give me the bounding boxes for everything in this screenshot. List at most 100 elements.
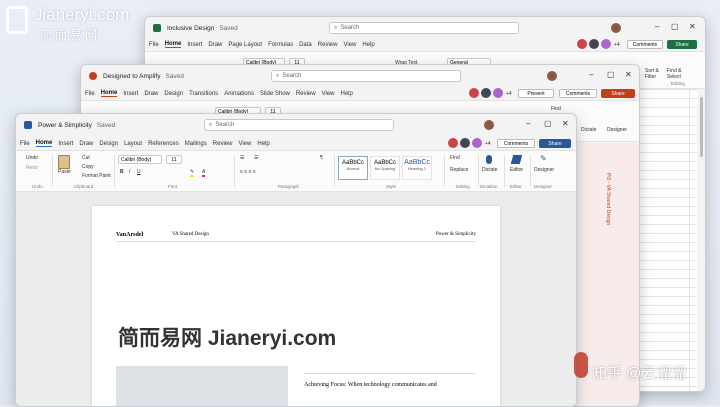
cut-button[interactable]: Cut [82,155,90,161]
word-menubar: File Home Insert Draw Design Layout Refe… [16,138,576,149]
tab-slide-show[interactable]: Slide Show [260,91,290,97]
excel-saved-status: Saved [219,24,238,32]
minimize-icon[interactable]: – [526,119,530,128]
align-icon[interactable]: ≡ ≡ ≡ ≡ [240,169,256,175]
maximize-icon[interactable]: ▢ [671,22,679,31]
style-no-spacing[interactable]: AaBbCc No Spacing [370,156,400,180]
style-heading-1[interactable]: AaBbCc Heading 1 [402,156,432,180]
tab-home[interactable]: Home [164,41,182,48]
designer-icon[interactable]: ✎ [540,154,547,163]
bullets-icon[interactable]: ☰ [240,155,244,161]
tab-insert[interactable]: Insert [123,91,138,97]
underline-button[interactable]: U [137,169,141,175]
excel-scrollbar[interactable] [700,97,703,157]
tab-formulas[interactable]: Formulas [268,42,293,48]
designer-button[interactable]: Designer [534,167,554,173]
avatar[interactable] [484,120,494,130]
minimize-icon[interactable]: – [655,22,659,31]
copy-button[interactable]: Copy [82,164,94,170]
excel-search-box[interactable]: ⌕ Search [329,22,519,34]
tab-review[interactable]: Review [296,91,316,97]
close-icon[interactable]: ✕ [689,22,696,31]
redo-button[interactable]: Redo [26,165,38,171]
comments-button[interactable]: Comments [497,139,535,148]
find-button[interactable]: Find [450,155,460,161]
spreadsheet-grid[interactable] [635,89,697,391]
designer-button[interactable]: Designer [607,127,627,133]
share-button[interactable]: Share [601,89,635,98]
tab-home[interactable]: Home [100,90,118,97]
tab-file[interactable]: File [20,141,30,147]
share-button[interactable]: Share [667,40,697,49]
tab-mailings[interactable]: Mailings [185,141,207,147]
tab-view[interactable]: View [238,141,251,147]
paste-button[interactable]: Paste [58,169,71,175]
tab-draw[interactable]: Draw [144,91,158,97]
comments-button[interactable]: Comments [559,89,597,98]
word-search-box[interactable]: ⌕ Search [204,119,394,131]
zhihu-watermark-text: 知乎 @云溜溜 [592,365,687,382]
editor-button[interactable]: Editor [510,167,523,173]
tab-insert[interactable]: Insert [58,141,73,147]
style-normal[interactable]: AaBbCc Normal [338,156,368,180]
tab-help[interactable]: Help [362,42,374,48]
tab-insert[interactable]: Insert [187,42,202,48]
tab-help[interactable]: Help [257,141,269,147]
dictation-group-label: Dictation [480,184,498,189]
format-painter-button[interactable]: Format Paint [82,173,111,179]
tab-review[interactable]: Review [318,42,338,48]
ppt-search-label: Search [282,73,302,79]
tab-view[interactable]: View [322,91,335,97]
pilcrow-icon[interactable]: ¶ [320,155,323,161]
minimize-icon[interactable]: – [589,70,593,79]
doc-logo: VanArsdel [116,232,144,238]
editor-icon[interactable] [510,155,523,164]
find-select-button[interactable]: Find & Select [667,68,689,80]
tab-transitions[interactable]: Transitions [189,91,218,97]
tab-layout[interactable]: Layout [124,141,142,147]
tab-animations[interactable]: Animations [224,91,254,97]
tab-design[interactable]: Design [164,91,183,97]
paragraph-group-label: Paragraph [278,184,300,189]
dictate-button[interactable]: Dictate [482,167,498,173]
tab-references[interactable]: References [148,141,179,147]
maximize-icon[interactable]: ▢ [607,70,615,79]
document-page[interactable]: VanArsdel VA Shared Design Power & Simpl… [92,206,500,406]
maximize-icon[interactable]: ▢ [544,119,552,128]
avatar[interactable] [547,71,557,81]
comments-button[interactable]: Comments [627,40,663,49]
present-button[interactable]: Present [518,89,554,98]
undo-button[interactable]: Undo [26,155,38,161]
find-button[interactable]: Find [551,106,561,112]
tab-review[interactable]: Review [213,141,233,147]
tab-draw[interactable]: Draw [79,141,93,147]
tab-draw[interactable]: Draw [208,42,222,48]
tab-file[interactable]: File [149,42,159,48]
close-icon[interactable]: ✕ [625,70,632,79]
numbering-icon[interactable]: ☰ [254,155,258,161]
watermark-center: 简而易网 Jianeryi.com [118,327,337,350]
italic-button[interactable]: I [129,169,130,175]
microphone-icon[interactable] [486,155,492,164]
tab-data[interactable]: Data [299,42,312,48]
paste-icon[interactable] [58,155,70,169]
font-size-select[interactable]: 11 [166,155,182,164]
tab-design[interactable]: Design [99,141,118,147]
avatar[interactable] [611,23,621,33]
tab-view[interactable]: View [343,42,356,48]
bold-button[interactable]: B [120,169,124,175]
share-button[interactable]: Share [539,139,571,148]
tab-file[interactable]: File [85,91,95,97]
dictate-button[interactable]: Dictate [581,127,597,133]
search-icon: ⌕ [334,24,338,31]
tab-home[interactable]: Home [35,140,53,147]
ppt-search-box[interactable]: ⌕ Search [271,70,461,82]
replace-button[interactable]: Replace [450,167,468,173]
sort-filter-button[interactable]: Sort & Filter [645,68,665,80]
close-icon[interactable]: ✕ [562,119,569,128]
tab-page-layout[interactable]: Page Layout [228,42,262,48]
font-color-icon[interactable]: A [202,169,206,177]
highlight-icon[interactable]: ✎ [190,169,195,177]
tab-help[interactable]: Help [341,91,353,97]
font-select[interactable]: Calibri (Body) [118,155,162,164]
